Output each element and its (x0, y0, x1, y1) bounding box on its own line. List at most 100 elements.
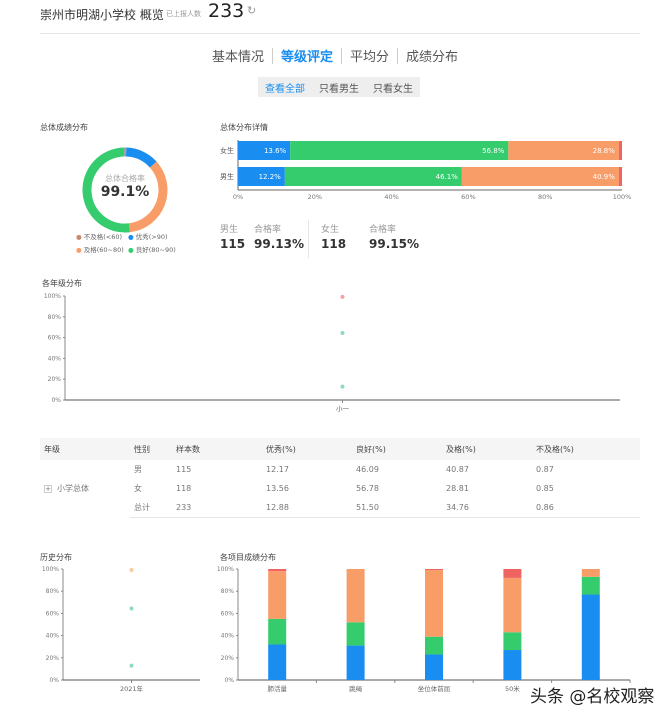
donut-center-value: 99.1% (100, 184, 150, 200)
scatter-point (129, 606, 134, 611)
filter-all-button[interactable]: 查看全部 (265, 80, 305, 95)
stats-divider (308, 220, 309, 258)
x-tick-label: 0% (233, 193, 243, 201)
table-cell: 56.78 (356, 484, 379, 493)
bar-segment (290, 141, 509, 160)
tab-basic[interactable]: 基本情况 (204, 46, 272, 65)
grade-table: 年级 性别 样本数 优秀(%) 良好(%) 及格(%) 不及格(%) + 小学总体 男 115 12… (40, 438, 640, 518)
table-row: 女 118 13.56 56.78 28.81 0.85 (40, 479, 640, 498)
bar-segment (503, 632, 522, 651)
bar-segment (346, 645, 365, 680)
y-tick-label: 80% (48, 314, 62, 321)
bar-data-label: 40.9% (593, 173, 616, 181)
legend-fail[interactable]: ● 不及格(<60) (76, 231, 128, 241)
bar-segment (503, 577, 522, 633)
bar-segment (425, 569, 443, 571)
expand-icon[interactable]: + (44, 485, 52, 493)
donut-legend: ● 不及格(<60) ● 优秀(>90) ● 及格(60~80) ● 良好(80… (76, 231, 186, 254)
table-cell: 0.87 (536, 465, 554, 474)
y-tick-label: 40% (48, 355, 62, 362)
x-tick-label: 肺活量 (267, 684, 287, 693)
page-title: 崇州市明湖小学校 概览 (40, 8, 164, 22)
table-header-cell: 年级 (40, 438, 130, 460)
watermark: 头条 @名校观察 (530, 687, 655, 707)
x-tick-label: 100% (613, 193, 632, 201)
bar-data-label: 13.6% (264, 147, 287, 155)
reported-count-label: 已上报人数 (166, 10, 201, 18)
y-tick-label: 0% (49, 677, 59, 684)
table-cell: 男 (134, 465, 142, 474)
y-tick-label: 20% (46, 655, 60, 662)
table-cell: 12.88 (262, 498, 352, 518)
table-header-cell: 样本数 (172, 438, 262, 460)
x-tick-label: 小一 (336, 404, 350, 413)
y-tick-label: 20% (48, 376, 62, 383)
y-tick-label: 20% (221, 655, 235, 662)
bar-segment (268, 571, 287, 619)
male-rate: 99.13% (254, 237, 304, 251)
x-tick-label: 2021年 (120, 684, 144, 693)
table-cell: 46.09 (356, 465, 379, 474)
male-count: 115 (220, 237, 246, 251)
table-header-cell: 及格(%) (442, 438, 532, 460)
table-cell: 13.56 (266, 484, 289, 493)
grade-scatter-chart: 0% 20% 40% 60% 80% 100% 小一 (44, 293, 620, 413)
gender-bar-chart: 女生 13.6% 56.8% 28.8% 男生 12.2% 46.1% 40.9% 0% 20% 4… (220, 140, 632, 201)
table-header-cell: 优秀(%) (262, 438, 352, 460)
bar-segment (581, 569, 600, 577)
y-tick-label: 0% (224, 677, 234, 684)
legend-pass[interactable]: ● 及格(60~80) (76, 244, 128, 254)
table-header-cell: 良好(%) (352, 438, 442, 460)
bar-detail-title: 总体分布详情 (220, 123, 268, 132)
table-cell: 女 (134, 484, 142, 493)
y-tick-label: 40% (221, 633, 235, 640)
subject-bar-chart: 0% 20% 40% 60% 80% 100% 肺活量 跳绳 坐位体前屈 50米 (217, 566, 631, 693)
tab-average[interactable]: 平均分 (342, 46, 397, 65)
table-cell: 0.85 (536, 484, 554, 493)
tab-bar: 基本情况 等级评定 平均分 成绩分布 (0, 46, 670, 65)
scatter-point (129, 663, 134, 668)
y-tick-label: 0% (51, 397, 61, 404)
scatter-point (129, 567, 134, 572)
bar-segment (268, 618, 287, 645)
x-tick-label: 20% (308, 193, 322, 201)
bar-data-label: 46.1% (436, 173, 459, 181)
x-tick-label: 50米 (505, 684, 520, 693)
scatter-point (340, 331, 345, 336)
table-cell: 51.50 (352, 498, 442, 518)
y-tick-label: 60% (48, 335, 62, 342)
table-cell: 0.86 (532, 498, 640, 518)
bar-segment (346, 622, 365, 646)
y-tick-label: 100% (217, 566, 234, 573)
legend-good[interactable]: ● 良好(80~90) (128, 244, 180, 254)
table-header-cell: 不及格(%) (532, 438, 640, 460)
group-label: 小学总体 (57, 484, 89, 493)
filter-female-button[interactable]: 只看女生 (373, 80, 413, 95)
tab-distribution[interactable]: 成绩分布 (398, 46, 466, 65)
group-cell[interactable]: + 小学总体 (40, 460, 130, 517)
table-row: 总计 233 12.88 51.50 34.76 0.86 (40, 498, 640, 518)
table-cell: 115 (176, 465, 192, 474)
bar-data-label: 12.2% (259, 173, 282, 181)
x-tick-label: 80% (538, 193, 552, 201)
female-label: 女生 (321, 225, 340, 235)
bar-data-label: 28.8% (593, 147, 616, 155)
table-cell: 总计 (130, 498, 172, 518)
y-tick-label: 100% (44, 293, 61, 300)
y-tick-label: 40% (46, 633, 60, 640)
donut-center-label: 总体合格率 (105, 174, 145, 183)
bar-data-label: 56.8% (482, 147, 505, 155)
tab-grade[interactable]: 等级评定 (273, 46, 341, 65)
table-header-cell: 性别 (130, 438, 172, 460)
bar-segment (268, 644, 287, 680)
legend-excellent[interactable]: ● 优秀(>90) (128, 231, 180, 241)
refresh-icon[interactable]: ↻ (247, 4, 256, 17)
female-count: 118 (321, 237, 347, 251)
y-tick-label: 60% (221, 610, 235, 617)
male-rate-label: 合格率 (254, 225, 282, 235)
x-tick-label: 40% (384, 193, 398, 201)
grade-chart-title: 各年级分布 (42, 279, 82, 288)
gender-filter: 查看全部 只看男生 只看女生 (258, 77, 420, 97)
filter-male-button[interactable]: 只看男生 (319, 80, 359, 95)
bar-segment (618, 141, 622, 160)
